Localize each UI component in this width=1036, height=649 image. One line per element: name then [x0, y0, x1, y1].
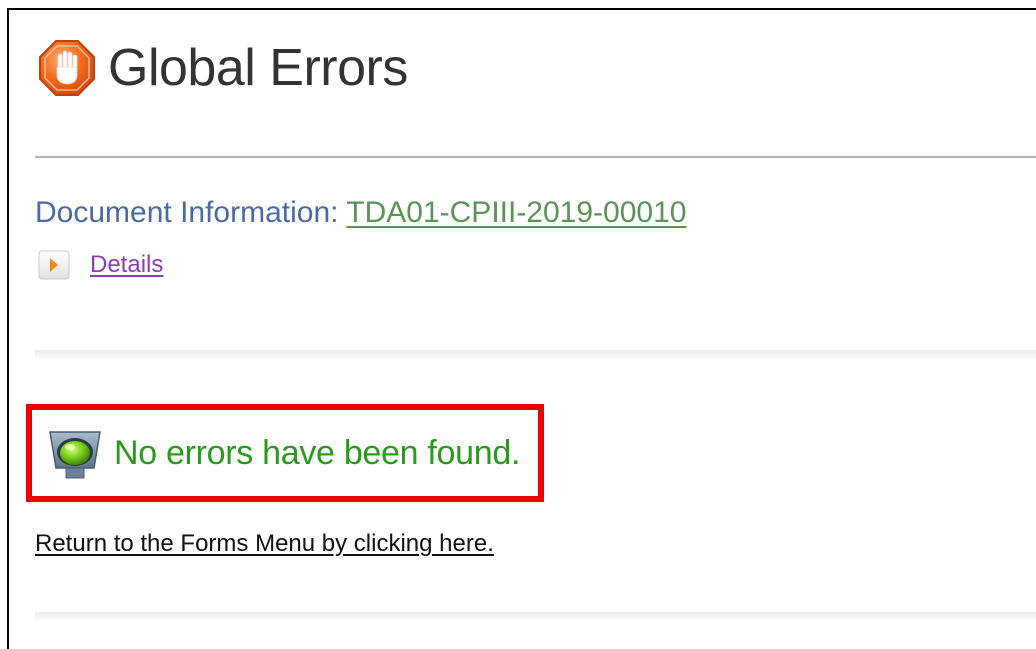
- details-link[interactable]: Details: [90, 251, 163, 279]
- document-id-link[interactable]: TDA01-CPIII-2019-00010: [346, 196, 686, 229]
- return-to-forms-menu-link[interactable]: Return to the Forms Menu by clicking her…: [35, 530, 494, 558]
- stop-hand-icon: [38, 39, 96, 97]
- green-light-icon: [44, 424, 106, 482]
- document-information: Document Information: TDA01-CPIII-2019-0…: [35, 193, 686, 233]
- page-header: Global Errors: [38, 37, 408, 99]
- details-row: Details: [38, 250, 163, 280]
- footer-divider: [35, 612, 1036, 622]
- header-divider: [35, 156, 1036, 158]
- expand-arrow-icon[interactable]: [38, 250, 70, 280]
- status-highlight-box: No errors have been found.: [26, 404, 544, 502]
- status-message: No errors have been found.: [114, 433, 521, 472]
- section-divider: [35, 350, 1036, 360]
- page-title: Global Errors: [108, 39, 408, 97]
- document-information-label: Document Information:: [35, 196, 339, 229]
